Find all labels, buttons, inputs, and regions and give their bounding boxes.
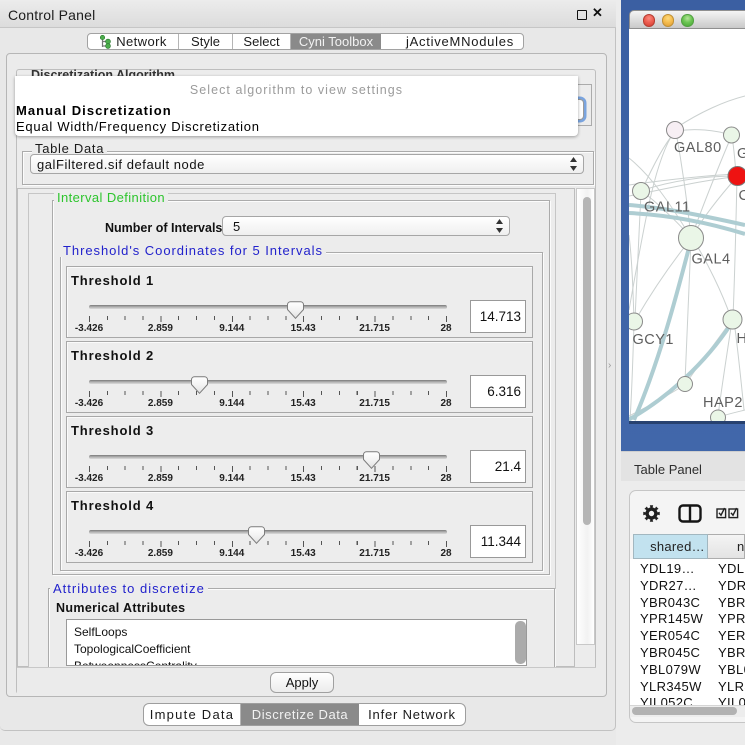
svg-text:GAL4: GAL4: [692, 252, 731, 268]
svg-text:GAL80: GAL80: [674, 140, 722, 156]
svg-text:HAP2: HAP2: [703, 395, 743, 411]
svg-text:H: H: [737, 331, 745, 347]
svg-text:GCY1: GCY1: [633, 332, 675, 348]
svg-text:C: C: [739, 188, 745, 204]
svg-text:GA: GA: [737, 146, 745, 162]
svg-text:GAL11: GAL11: [644, 200, 691, 216]
